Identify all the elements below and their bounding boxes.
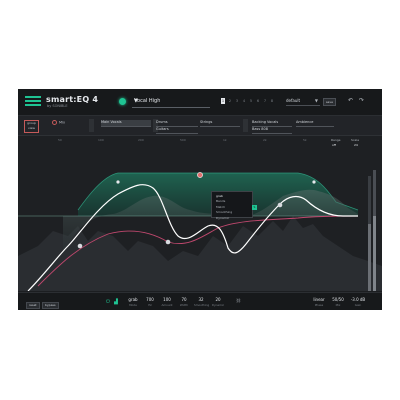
mix-label: Mix: [335, 303, 341, 307]
mix-value: 50/50: [332, 297, 344, 302]
snapshot-7[interactable]: 7: [263, 98, 267, 104]
group-slot-ambience[interactable]: Ambience: [296, 120, 334, 127]
snapshot-4[interactable]: 4: [242, 98, 246, 104]
param-label: Width: [179, 303, 189, 307]
band-handle: [277, 202, 283, 208]
profile-select[interactable]: Vocal High ▼: [132, 97, 210, 108]
param-hz[interactable]: 700 Hz: [143, 297, 157, 307]
band-handle: [165, 239, 171, 245]
param-value: 32: [198, 297, 204, 302]
gain-value: -3.0 dB: [350, 297, 366, 302]
group-slot-main-vocals[interactable]: Main Vocals: [101, 120, 151, 127]
grab-popup: grab Bands Match Smoothing Dynamic: [211, 191, 253, 220]
param-width[interactable]: 70 Width: [177, 297, 191, 307]
eq-graph[interactable]: 50 100 200 500 1k 2k 5k grab Bands Match…: [18, 136, 382, 291]
snapshot-6[interactable]: 6: [256, 98, 260, 104]
group-slot-guitars[interactable]: Guitars: [156, 127, 198, 134]
level-meter-fill: [368, 224, 371, 291]
param-value: 100: [163, 297, 171, 302]
param-label: Hz: [148, 303, 152, 307]
scale-value[interactable]: 24: [354, 143, 358, 147]
phase-control[interactable]: linear Phase: [311, 297, 327, 307]
popup-item-bands[interactable]: Bands: [216, 199, 252, 203]
param-label: Mode: [129, 303, 137, 307]
bottom-bar: reset bypass ⏻ ▟ grab Mode 700 Hz 100 Am…: [18, 292, 382, 310]
power-icon[interactable]: ⏻: [106, 299, 110, 305]
link-icon[interactable]: ⛓: [236, 298, 241, 303]
param-mode[interactable]: grab Mode: [126, 297, 140, 307]
reset-button[interactable]: reset: [26, 302, 40, 309]
snapshot-selector: 1 2 3 4 5 6 7 8: [221, 98, 274, 104]
param-value: 20: [215, 297, 221, 302]
preset-select[interactable]: default ▼: [286, 98, 320, 106]
snapshot-8[interactable]: 8: [270, 98, 274, 104]
scale-label: Scale: [351, 138, 360, 142]
logo-icon: [25, 96, 41, 106]
range-label: Range: [331, 138, 341, 142]
popup-item-match[interactable]: Match: [216, 205, 252, 209]
band-handle: [77, 243, 83, 249]
param-value: 70: [181, 297, 187, 302]
group-slot-drums[interactable]: Drums: [156, 120, 198, 127]
group-slot-bass-808[interactable]: Bass 808: [252, 127, 292, 134]
group-bar: group view Mix Main Vocals Drums Strings…: [18, 116, 382, 136]
snapshot-3[interactable]: 3: [235, 98, 239, 104]
chevron-down-icon: ▼: [314, 98, 318, 103]
param-value: 700: [146, 297, 154, 302]
group-slot-strings[interactable]: Strings: [200, 120, 240, 127]
gain-control[interactable]: -3.0 dB Gain: [349, 297, 367, 307]
band-handle: [116, 180, 120, 184]
chart-icon[interactable]: ▟: [114, 299, 118, 305]
solo-badge[interactable]: S: [252, 205, 257, 210]
top-bar: smart:EQ 4 by SONIBLE Vocal High ▼ 1 2 3…: [18, 89, 382, 116]
param-dynamic[interactable]: 20 Dynamic: [211, 297, 225, 307]
snapshot-2[interactable]: 2: [228, 98, 232, 104]
save-button[interactable]: save: [323, 98, 336, 106]
popup-item-smoothing[interactable]: Smoothing: [216, 210, 252, 214]
popup-item-dynamic[interactable]: Dynamic: [216, 216, 252, 220]
app-subtitle: by SONIBLE: [47, 104, 68, 108]
mix-control[interactable]: 50/50 Mix: [330, 297, 346, 307]
mix-toggle[interactable]: Mix: [52, 120, 65, 125]
chevron-down-icon: ▼: [134, 98, 138, 104]
phase-label: Phase: [314, 303, 324, 307]
snapshot-1[interactable]: 1: [221, 98, 225, 104]
snapshot-5[interactable]: 5: [249, 98, 253, 104]
gain-label: Gain: [354, 303, 362, 307]
group-divider: [89, 119, 94, 132]
group-view-button[interactable]: group view: [24, 120, 39, 133]
profile-led-icon[interactable]: [119, 98, 126, 105]
range-value[interactable]: off: [332, 143, 336, 147]
param-amount[interactable]: 100 Amount: [160, 297, 174, 307]
band-handle: [197, 172, 203, 178]
undo-icon[interactable]: ↶: [348, 97, 353, 104]
group-divider: [243, 119, 248, 132]
mix-label: Mix: [59, 120, 66, 125]
redo-icon[interactable]: ↷: [359, 97, 364, 104]
popup-item-grab[interactable]: grab: [216, 194, 252, 198]
param-label: Amount: [161, 303, 173, 307]
eq-curves: [18, 170, 382, 291]
phase-value: linear: [313, 297, 325, 302]
param-label: Smoothing: [194, 303, 210, 307]
param-label: Dynamic: [211, 303, 225, 307]
group-slot-backing-vocals[interactable]: Backing Vocals: [252, 120, 292, 127]
preset-value: default: [286, 98, 301, 103]
param-smoothing[interactable]: 32 Smoothing: [194, 297, 210, 307]
bypass-button[interactable]: bypass: [42, 302, 59, 309]
level-meter-fill: [373, 216, 376, 291]
radio-icon: [52, 120, 57, 125]
band-handle: [312, 180, 316, 184]
plugin-window: smart:EQ 4 by SONIBLE Vocal High ▼ 1 2 3…: [18, 89, 382, 310]
app-title: smart:EQ 4: [46, 95, 99, 104]
param-value: grab: [128, 297, 138, 302]
